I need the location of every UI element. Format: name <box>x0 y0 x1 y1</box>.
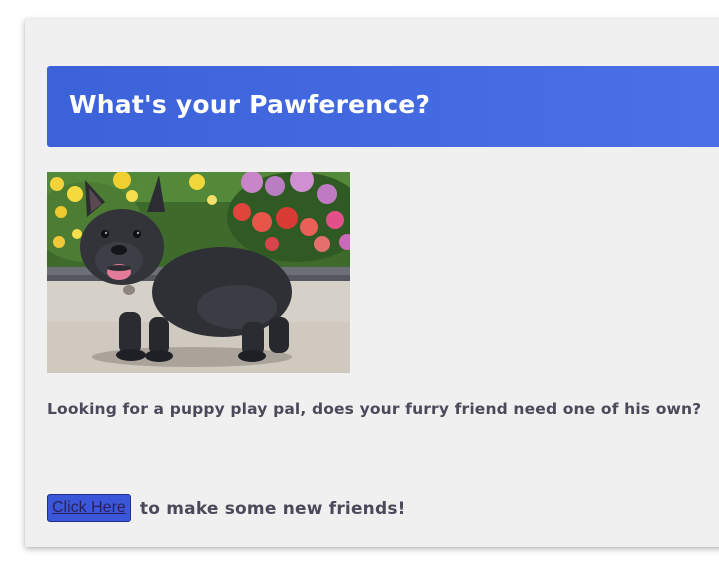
click-here-button[interactable]: Click Here <box>47 494 131 522</box>
page-title: What's your Pawference? <box>69 90 431 119</box>
cta-line: Click Here to make some new friends! <box>47 494 406 523</box>
puppy-photo <box>47 172 350 373</box>
content-card: What's your Pawference? Looking for a pu… <box>25 19 719 547</box>
cta-trailing-text: to make some new friends! <box>139 499 406 519</box>
header-banner: What's your Pawference? <box>47 66 719 147</box>
description-text: Looking for a puppy play pal, does your … <box>47 400 702 418</box>
